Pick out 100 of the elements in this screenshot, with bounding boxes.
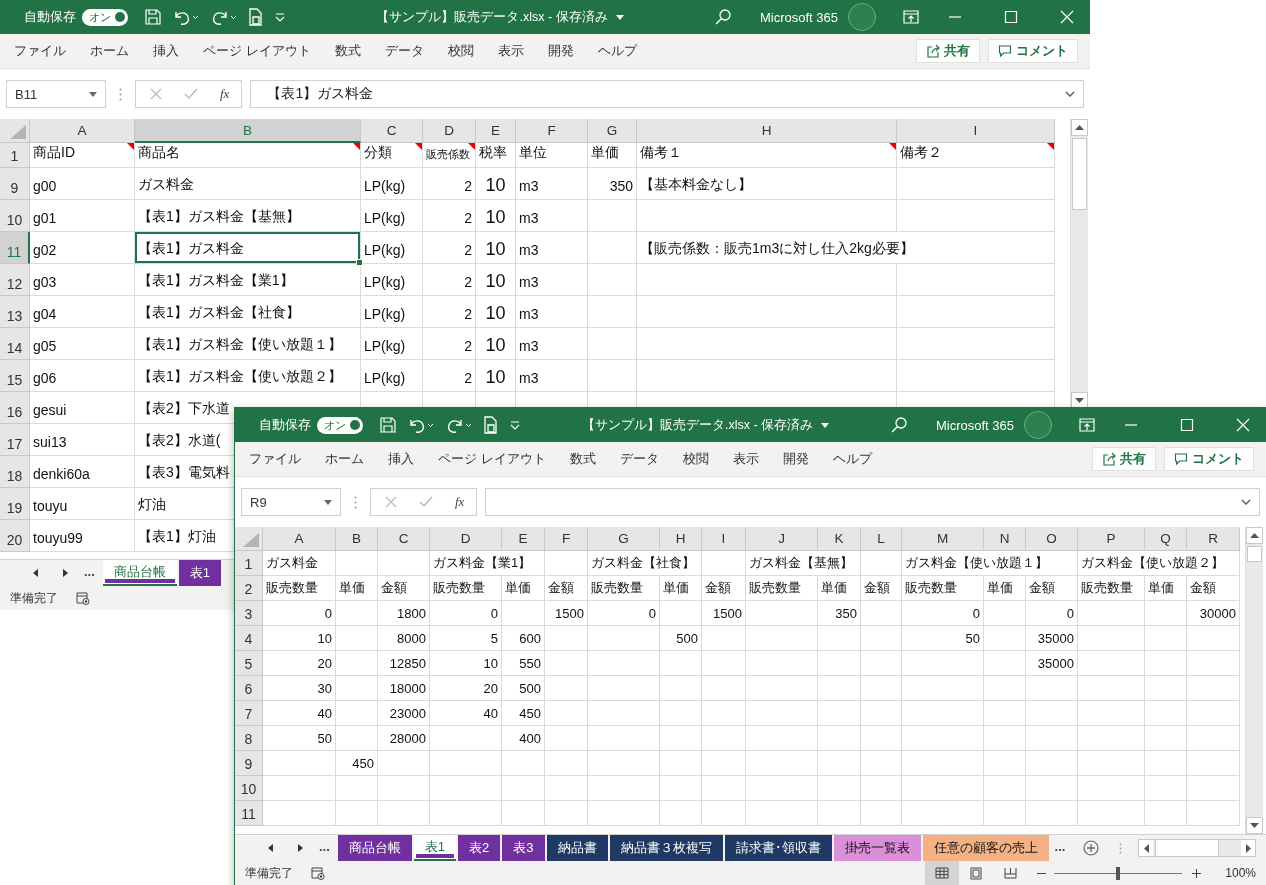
row-header[interactable]: 9 <box>235 751 263 776</box>
sheet-tab[interactable]: 納品書 <box>546 835 608 861</box>
column-header[interactable]: N <box>984 527 1026 551</box>
macro-record-icon[interactable] <box>311 866 325 880</box>
ribbon-tab[interactable]: ヘルプ <box>585 42 649 60</box>
zoom-in-icon[interactable] <box>1192 868 1202 878</box>
sheet-tab[interactable]: 請求書･領収書 <box>724 835 832 861</box>
column-header[interactable]: E <box>502 527 545 551</box>
ribbon-tab[interactable]: 挿入 <box>376 450 426 468</box>
column-header[interactable]: M <box>902 527 984 551</box>
ribbon-tab[interactable]: 挿入 <box>141 42 191 60</box>
ribbon-tab[interactable]: 開発 <box>770 450 821 468</box>
column-header[interactable]: G <box>588 119 637 143</box>
row-header[interactable]: 11 <box>0 232 30 264</box>
left-arrow-icon[interactable] <box>1143 843 1149 853</box>
row-header[interactable]: 13 <box>0 296 30 328</box>
row-header[interactable]: 12 <box>0 264 30 296</box>
sheet-tab[interactable]: 掛売一覧表 <box>833 835 921 861</box>
column-header[interactable]: Q <box>1145 527 1187 551</box>
ribbon-tab[interactable]: 表示 <box>720 450 771 468</box>
column-header[interactable]: B <box>336 527 378 551</box>
name-box[interactable]: B11 <box>6 80 106 108</box>
zoom-level[interactable]: 100% <box>1225 866 1256 880</box>
ribbon-tab[interactable]: ホーム <box>78 42 141 60</box>
column-header[interactable]: O <box>1026 527 1078 551</box>
more-sheets-button[interactable]: ... <box>315 835 338 861</box>
row-header[interactable]: 3 <box>235 601 263 626</box>
sheet-tab[interactable]: 表1 <box>413 835 457 861</box>
ribbon-tab[interactable]: データ <box>372 42 436 60</box>
sheet-tab[interactable]: 商品台帳 <box>102 560 177 586</box>
comment-button[interactable]: コメント <box>1164 447 1254 471</box>
autosave-toggle[interactable]: オン <box>82 8 128 26</box>
horizontal-scrollbar[interactable] <box>1138 839 1257 857</box>
ribbon-tab[interactable]: ページ レイアウト <box>426 450 558 468</box>
scrollbar-thumb[interactable] <box>1247 546 1262 562</box>
more-sheets-button[interactable]: ... <box>1050 835 1074 861</box>
share-button[interactable]: 共有 <box>916 39 980 63</box>
row-header[interactable]: 9 <box>0 168 30 200</box>
sheet-tab[interactable]: 商品台帳 <box>337 835 412 861</box>
column-header[interactable]: C <box>361 119 423 143</box>
ribbon-tab[interactable]: 校閲 <box>435 42 486 60</box>
scrollbar-thumb[interactable] <box>1072 138 1087 210</box>
row-header[interactable]: 1 <box>235 551 263 576</box>
row-header[interactable]: 1 <box>0 143 30 168</box>
more-sheets-button[interactable]: ... <box>80 560 103 586</box>
column-header[interactable]: F <box>545 527 588 551</box>
column-header[interactable]: A <box>30 119 135 143</box>
down-arrow-icon[interactable] <box>1250 823 1259 828</box>
macro-record-icon[interactable] <box>76 591 90 605</box>
ribbon-tab[interactable]: データ <box>607 450 671 468</box>
autosave-toggle[interactable]: オン <box>317 416 363 434</box>
row-header[interactable]: 18 <box>0 456 30 488</box>
check-icon[interactable] <box>184 88 198 100</box>
sheet-tab[interactable]: 任意の顧客の売上 <box>922 835 1049 861</box>
column-header[interactable]: D <box>423 119 476 143</box>
ribbon-tab[interactable]: 表示 <box>485 42 536 60</box>
column-header[interactable]: E <box>476 119 516 143</box>
column-header[interactable]: H <box>660 527 702 551</box>
column-header[interactable]: K <box>818 527 861 551</box>
check-icon[interactable] <box>419 496 433 508</box>
window-title[interactable]: 【サンプル】販売データ.xlsx - 保存済み <box>376 8 608 26</box>
column-header[interactable]: L <box>861 527 902 551</box>
row-header[interactable]: 16 <box>0 392 30 424</box>
insert-function-button[interactable]: fx <box>220 86 230 102</box>
column-header[interactable]: A <box>263 527 336 551</box>
vertical-scrollbar[interactable] <box>1070 119 1088 409</box>
formula-field[interactable] <box>485 488 1260 516</box>
ribbon-tab[interactable]: ヘルプ <box>820 450 884 468</box>
right-arrow-icon[interactable] <box>1245 843 1251 853</box>
ribbon-tab[interactable]: 開発 <box>535 42 586 60</box>
sheet-tab[interactable]: 表2 <box>458 835 501 861</box>
column-header[interactable]: P <box>1078 527 1145 551</box>
formula-field[interactable]: 【表1】ガス料金 <box>250 80 1084 108</box>
normal-view-button[interactable] <box>925 861 960 885</box>
fill-handle[interactable] <box>356 259 363 266</box>
down-arrow-icon[interactable] <box>1075 398 1084 403</box>
column-header[interactable]: J <box>746 527 818 551</box>
insert-function-button[interactable]: fx <box>455 494 465 510</box>
sheet-tab[interactable]: 表3 <box>502 835 545 861</box>
ribbon-tab[interactable]: 数式 <box>322 42 373 60</box>
column-header[interactable]: R <box>1187 527 1240 551</box>
scrollbar-thumb[interactable] <box>1155 840 1220 856</box>
column-header[interactable]: D <box>430 527 502 551</box>
share-button[interactable]: 共有 <box>1092 447 1156 471</box>
up-arrow-icon[interactable] <box>1250 533 1259 538</box>
name-box[interactable]: R9 <box>241 488 341 516</box>
row-header[interactable]: 10 <box>235 776 263 801</box>
row-header[interactable]: 17 <box>0 424 30 456</box>
up-arrow-icon[interactable] <box>1075 125 1084 130</box>
row-header[interactable]: 2 <box>235 576 263 601</box>
sheet-tab[interactable]: 表1 <box>178 560 222 586</box>
vertical-scrollbar[interactable] <box>1245 527 1263 834</box>
sheet-tab[interactable]: 納品書３枚複写 <box>609 835 723 861</box>
slider-thumb[interactable] <box>1116 866 1121 880</box>
row-header[interactable]: 15 <box>0 360 30 392</box>
column-header[interactable]: C <box>378 527 430 551</box>
comment-button[interactable]: コメント <box>988 39 1078 63</box>
row-header[interactable]: 19 <box>0 488 30 520</box>
ribbon-tab[interactable]: 数式 <box>557 450 608 468</box>
ribbon-tab[interactable]: ページ レイアウト <box>191 42 323 60</box>
